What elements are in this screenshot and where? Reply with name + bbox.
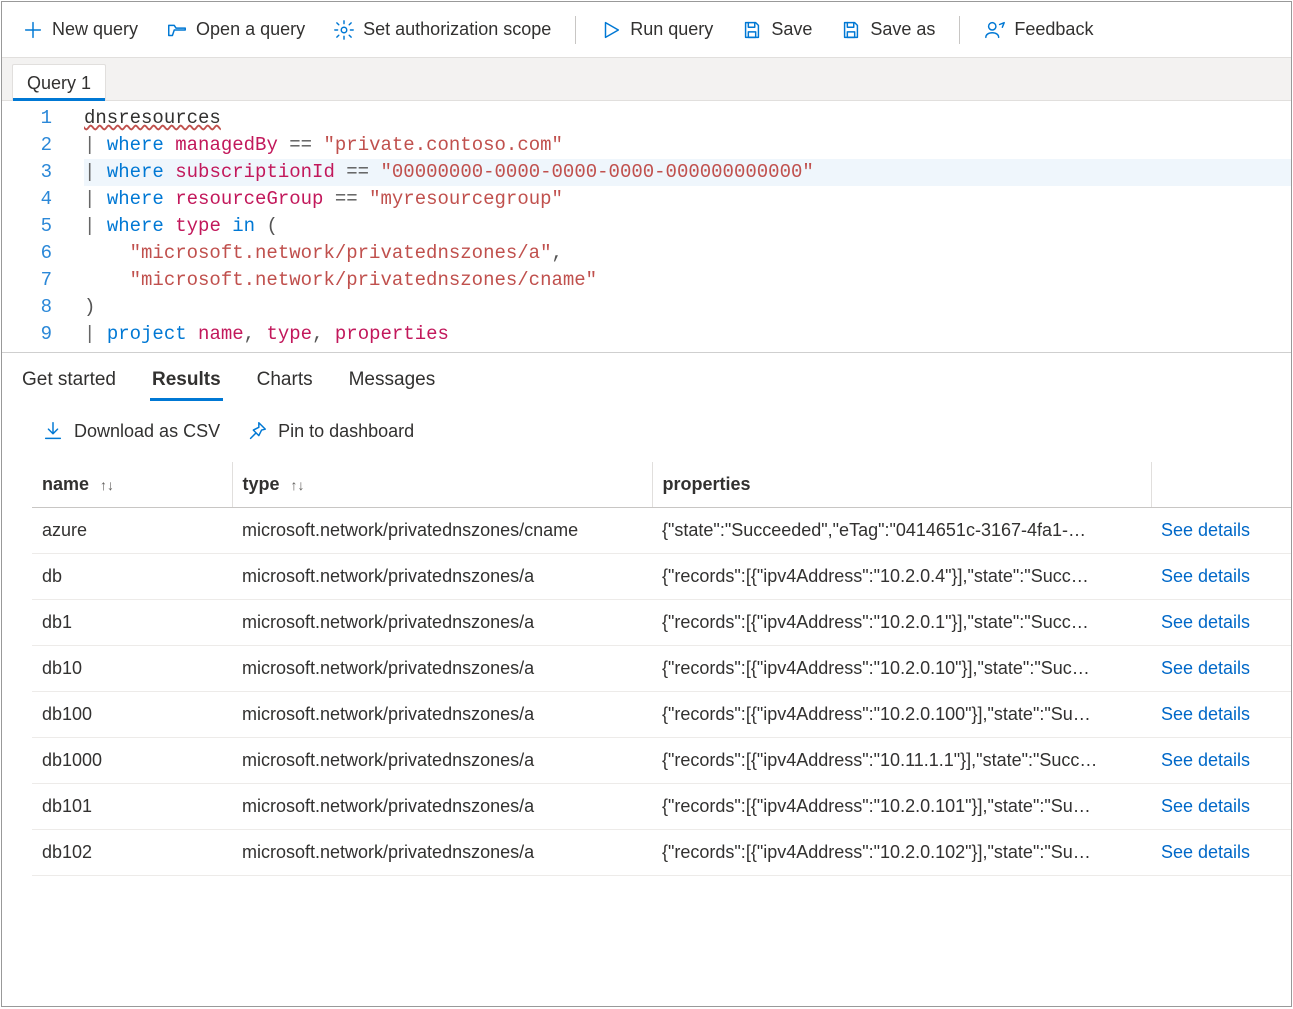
cell-properties: {"records":[{"ipv4Address":"10.2.0.100"}… xyxy=(652,692,1151,738)
query-editor[interactable]: 123456789 dnsresources| where managedBy … xyxy=(2,101,1291,352)
table-row[interactable]: db1microsoft.network/privatednszones/a{"… xyxy=(32,600,1291,646)
cell-properties: {"records":[{"ipv4Address":"10.2.0.4"}],… xyxy=(652,554,1151,600)
download-icon xyxy=(42,420,64,442)
cell-properties: {"records":[{"ipv4Address":"10.2.0.1"}],… xyxy=(652,600,1151,646)
download-csv-button[interactable]: Download as CSV xyxy=(42,420,220,442)
pin-dashboard-button[interactable]: Pin to dashboard xyxy=(246,420,414,442)
play-icon xyxy=(600,19,622,41)
table-row[interactable]: dbmicrosoft.network/privatednszones/a{"r… xyxy=(32,554,1291,600)
folder-open-icon xyxy=(166,19,188,41)
cell-type: microsoft.network/privatednszones/a xyxy=(232,738,652,784)
table-row[interactable]: db10microsoft.network/privatednszones/a{… xyxy=(32,646,1291,692)
see-details-link[interactable]: See details xyxy=(1161,750,1250,770)
table-row[interactable]: db102microsoft.network/privatednszones/a… xyxy=(32,830,1291,876)
cell-name: db100 xyxy=(32,692,232,738)
tab-get-started-label: Get started xyxy=(22,369,116,390)
toolbar: New query Open a query Set authorization… xyxy=(2,2,1291,58)
plus-icon xyxy=(22,19,44,41)
table-row[interactable]: db101microsoft.network/privatednszones/a… xyxy=(32,784,1291,830)
result-actions: Download as CSV Pin to dashboard xyxy=(2,402,1291,448)
col-header-name[interactable]: name ↑↓ xyxy=(32,462,232,508)
see-details-link[interactable]: See details xyxy=(1161,658,1250,678)
cell-type: microsoft.network/privatednszones/a xyxy=(232,784,652,830)
open-query-button[interactable]: Open a query xyxy=(154,13,317,47)
cell-name: db102 xyxy=(32,830,232,876)
tab-messages-label: Messages xyxy=(349,369,436,390)
cell-type: microsoft.network/privatednszones/cname xyxy=(232,508,652,554)
sort-icon: ↑↓ xyxy=(291,477,305,493)
cell-type: microsoft.network/privatednszones/a xyxy=(232,554,652,600)
feedback-button[interactable]: Feedback xyxy=(972,13,1105,47)
table-row[interactable]: db1000microsoft.network/privatednszones/… xyxy=(32,738,1291,784)
new-query-button[interactable]: New query xyxy=(10,13,150,47)
download-csv-label: Download as CSV xyxy=(74,421,220,442)
feedback-icon xyxy=(984,19,1006,41)
save-as-button[interactable]: Save as xyxy=(828,13,947,47)
set-scope-label: Set authorization scope xyxy=(363,19,551,40)
line-gutter: 123456789 xyxy=(2,101,74,352)
see-details-link[interactable]: See details xyxy=(1161,566,1250,586)
set-scope-button[interactable]: Set authorization scope xyxy=(321,13,563,47)
see-details-link[interactable]: See details xyxy=(1161,520,1250,540)
tab-charts[interactable]: Charts xyxy=(255,363,315,401)
cell-type: microsoft.network/privatednszones/a xyxy=(232,830,652,876)
tab-query1-label: Query 1 xyxy=(27,73,91,93)
cell-properties: {"records":[{"ipv4Address":"10.11.1.1"}]… xyxy=(652,738,1151,784)
see-details-link[interactable]: See details xyxy=(1161,842,1250,862)
query-tabs: Query 1 xyxy=(2,58,1291,101)
tab-messages[interactable]: Messages xyxy=(347,363,438,401)
sort-icon: ↑↓ xyxy=(100,477,114,493)
tab-get-started[interactable]: Get started xyxy=(20,363,118,401)
cell-name: azure xyxy=(32,508,232,554)
cell-type: microsoft.network/privatednszones/a xyxy=(232,646,652,692)
see-details-link[interactable]: See details xyxy=(1161,796,1250,816)
save-as-icon xyxy=(840,19,862,41)
cell-properties: {"records":[{"ipv4Address":"10.2.0.102"}… xyxy=(652,830,1151,876)
toolbar-separator xyxy=(959,16,960,44)
run-query-label: Run query xyxy=(630,19,713,40)
open-query-label: Open a query xyxy=(196,19,305,40)
save-as-label: Save as xyxy=(870,19,935,40)
tab-charts-label: Charts xyxy=(257,369,313,390)
cell-name: db1 xyxy=(32,600,232,646)
run-query-button[interactable]: Run query xyxy=(588,13,725,47)
cell-properties: {"records":[{"ipv4Address":"10.2.0.101"}… xyxy=(652,784,1151,830)
pin-dashboard-label: Pin to dashboard xyxy=(278,421,414,442)
feedback-label: Feedback xyxy=(1014,19,1093,40)
cell-name: db xyxy=(32,554,232,600)
see-details-link[interactable]: See details xyxy=(1161,704,1250,724)
tab-query1[interactable]: Query 1 xyxy=(12,64,106,100)
table-row[interactable]: azuremicrosoft.network/privatednszones/c… xyxy=(32,508,1291,554)
gear-icon xyxy=(333,19,355,41)
col-header-type[interactable]: type ↑↓ xyxy=(232,462,652,508)
tab-results[interactable]: Results xyxy=(150,363,223,401)
see-details-link[interactable]: See details xyxy=(1161,612,1250,632)
toolbar-separator xyxy=(575,16,576,44)
save-button[interactable]: Save xyxy=(729,13,824,47)
col-header-name-label: name xyxy=(42,474,89,494)
code-area[interactable]: dnsresources| where managedBy == "privat… xyxy=(74,101,1291,352)
table-row[interactable]: db100microsoft.network/privatednszones/a… xyxy=(32,692,1291,738)
results-table-wrap: name ↑↓ type ↑↓ properties azuremicros xyxy=(2,448,1291,1006)
result-tabs: Get started Results Charts Messages xyxy=(2,353,1291,402)
cell-properties: {"records":[{"ipv4Address":"10.2.0.10"}]… xyxy=(652,646,1151,692)
cell-type: microsoft.network/privatednszones/a xyxy=(232,600,652,646)
new-query-label: New query xyxy=(52,19,138,40)
cell-name: db10 xyxy=(32,646,232,692)
col-header-type-label: type xyxy=(243,474,280,494)
results-table: name ↑↓ type ↑↓ properties azuremicros xyxy=(32,462,1291,876)
save-label: Save xyxy=(771,19,812,40)
pin-icon xyxy=(246,420,268,442)
col-header-properties-label: properties xyxy=(663,474,751,494)
cell-properties: {"state":"Succeeded","eTag":"0414651c-31… xyxy=(652,508,1151,554)
cell-type: microsoft.network/privatednszones/a xyxy=(232,692,652,738)
col-header-details xyxy=(1151,462,1291,508)
cell-name: db101 xyxy=(32,784,232,830)
tab-results-label: Results xyxy=(152,369,221,390)
col-header-properties[interactable]: properties xyxy=(652,462,1151,508)
cell-name: db1000 xyxy=(32,738,232,784)
results-area: Get started Results Charts Messages Down… xyxy=(2,352,1291,1006)
save-icon xyxy=(741,19,763,41)
